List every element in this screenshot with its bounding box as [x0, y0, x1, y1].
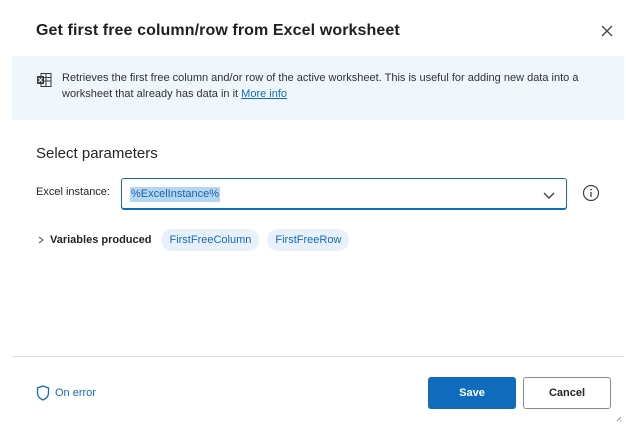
- on-error-label[interactable]: On error: [55, 387, 96, 399]
- variables-produced-label[interactable]: Variables produced: [50, 234, 151, 246]
- section-title: Select parameters: [36, 145, 158, 162]
- cancel-button[interactable]: Cancel: [523, 377, 611, 409]
- info-icon[interactable]: [582, 184, 600, 202]
- variable-chip-first-free-row[interactable]: FirstFreeRow: [267, 229, 350, 251]
- variables-produced-row: Variables produced FirstFreeColumn First…: [36, 229, 357, 251]
- info-banner: Retrieves the first free column and/or r…: [12, 56, 624, 120]
- close-button[interactable]: [597, 21, 617, 41]
- excel-instance-value[interactable]: %ExcelInstance%: [130, 187, 221, 202]
- banner-text: Retrieves the first free column and/or r…: [62, 72, 579, 100]
- footer-divider: [12, 356, 624, 357]
- excel-instance-label: Excel instance:: [36, 186, 110, 198]
- shield-icon: [36, 385, 50, 401]
- action-dialog: Get first free column/row from Excel wor…: [0, 0, 626, 426]
- variable-chip-first-free-column[interactable]: FirstFreeColumn: [161, 229, 260, 251]
- banner-description: Retrieves the first free column and/or r…: [62, 70, 610, 102]
- save-button[interactable]: Save: [428, 377, 516, 409]
- chevron-down-icon[interactable]: [542, 188, 556, 202]
- resize-grip-icon[interactable]: [612, 412, 622, 422]
- chevron-right-icon[interactable]: [36, 235, 46, 245]
- excel-instance-select[interactable]: %ExcelInstance%: [121, 178, 567, 210]
- close-icon: [601, 25, 613, 37]
- on-error-button[interactable]: On error: [36, 385, 96, 401]
- dialog-title: Get first free column/row from Excel wor…: [36, 22, 400, 39]
- excel-sheet-icon: [37, 73, 52, 87]
- more-info-link[interactable]: More info: [241, 88, 287, 100]
